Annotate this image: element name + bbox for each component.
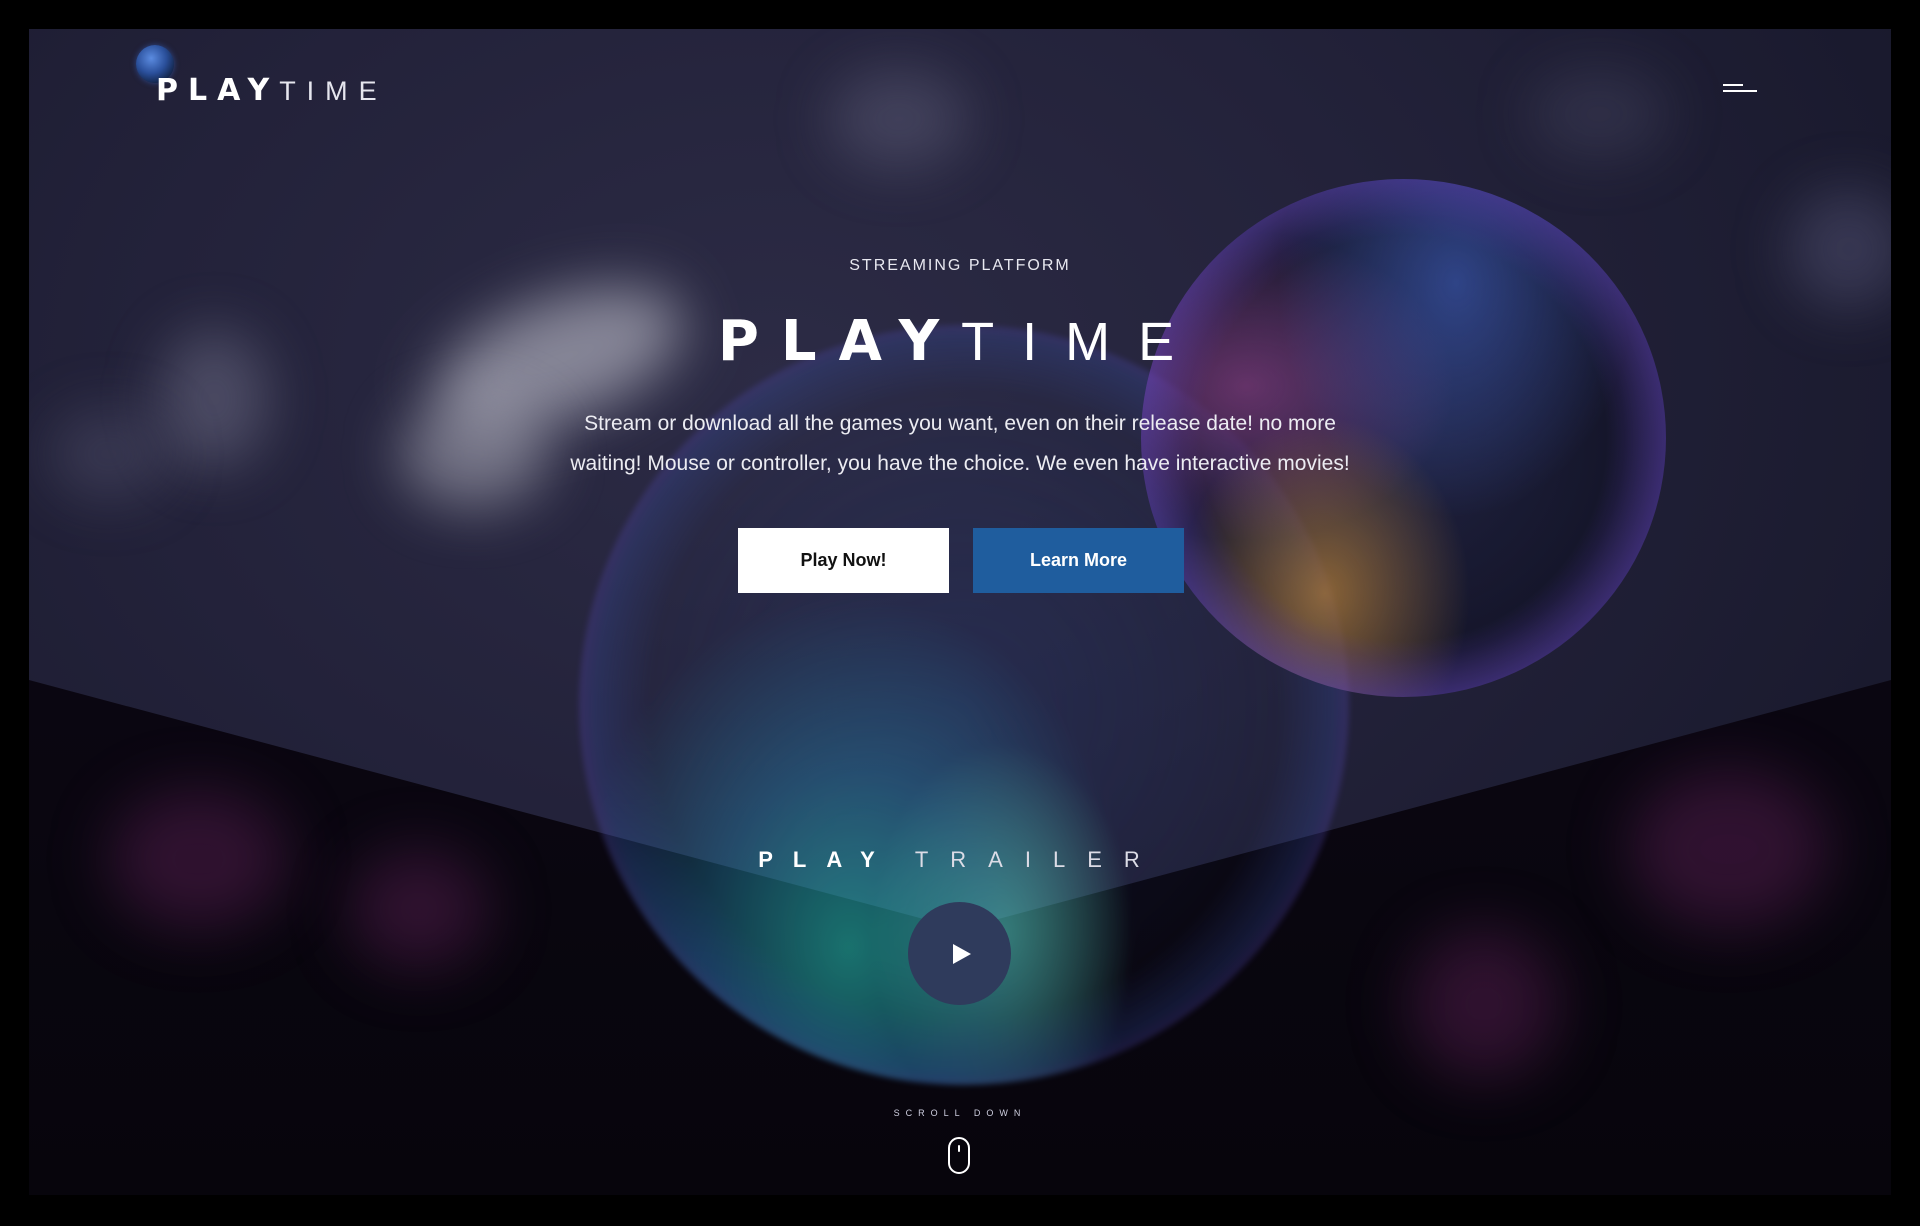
page-frame: PLAYTIME STREAMING PLATFORM PLAYTIME Str… [29,29,1891,1195]
hero-title-play: PLAY [717,309,962,374]
hero-description: Stream or download all the games you wan… [570,412,1350,475]
trailer-heading-trailer: TRAILER [914,847,1162,872]
trailer-heading: PLAY TRAILER [29,847,1891,873]
background-blur [1789,189,1891,309]
logo-text: PLAYTIME [156,73,388,108]
logo-time-word: TIME [279,76,388,106]
hamburger-menu-icon[interactable] [1723,79,1763,99]
hero-eyebrow: STREAMING PLATFORM [849,257,1071,274]
background-blur [829,69,969,169]
hero-title: PLAYTIME [29,309,1891,375]
learn-more-button[interactable]: Learn More [973,528,1184,593]
play-trailer-button[interactable] [908,902,1011,1005]
scroll-down-label: SCROLL DOWN [893,1108,1027,1118]
hero-title-time: TIME [961,312,1203,372]
site-logo[interactable]: PLAYTIME [136,45,388,106]
play-now-button[interactable]: Play Now! [738,528,949,593]
background-blur [399,399,549,509]
logo-play-word: PLAY [156,73,280,108]
play-icon [952,943,971,964]
trailer-heading-play: PLAY [758,847,895,872]
mouse-icon[interactable] [948,1137,970,1174]
background-blur [49,409,169,499]
background-blur [1529,69,1669,159]
